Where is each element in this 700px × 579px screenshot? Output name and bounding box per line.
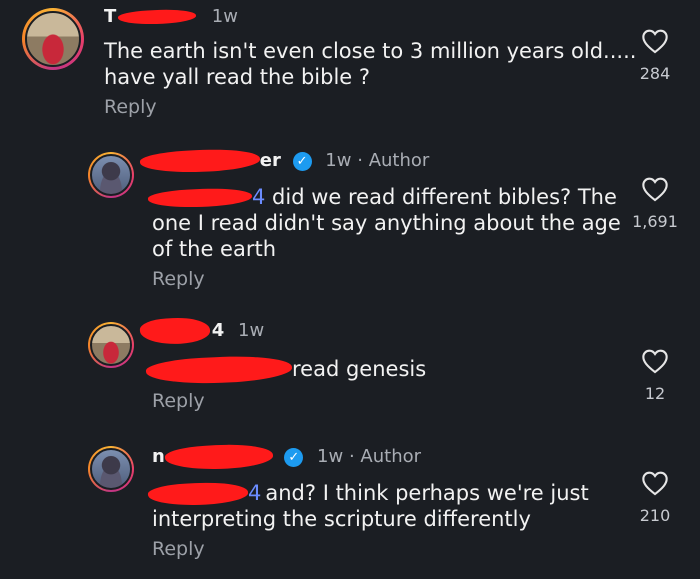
comment-header: n ✓ 1w · Author — [140, 442, 422, 472]
username[interactable]: n — [152, 446, 165, 467]
verified-badge-icon: ✓ — [292, 151, 312, 171]
reply-button[interactable]: Reply — [152, 390, 205, 412]
redaction-mark — [117, 7, 197, 27]
like-count: 1,691 — [632, 212, 678, 231]
comment-text: 4 did we read different bibles? The one … — [147, 184, 621, 262]
redaction-mark — [145, 353, 293, 387]
heart-icon[interactable] — [641, 470, 669, 496]
avatar[interactable] — [88, 446, 134, 492]
comment-text-line: one I read didn't say anything about the… — [152, 211, 621, 235]
username[interactable]: T — [104, 6, 116, 27]
redaction-mark — [139, 146, 261, 176]
car-avatar-icon — [90, 324, 132, 366]
comment-text: 4 and? I think perhaps we're just interpr… — [147, 480, 589, 532]
comment-text-fragment: and? I think perhaps we're just — [265, 481, 589, 505]
heart-icon[interactable] — [641, 348, 669, 374]
separator: · — [357, 150, 363, 171]
like-control: 210 — [625, 470, 685, 525]
like-control: 284 — [625, 28, 685, 83]
like-count: 12 — [644, 384, 666, 403]
comment-text-fragment: read genesis — [292, 357, 427, 381]
comment-text: The earth isn't even close to 3 million … — [104, 38, 636, 90]
person-avatar-icon — [90, 448, 132, 490]
redaction-mark — [147, 480, 249, 508]
verified-badge-icon: ✓ — [284, 447, 304, 467]
separator: · — [348, 446, 355, 467]
avatar[interactable] — [88, 152, 134, 198]
comment-text-line: 4 did we read different bibles? The — [147, 184, 621, 210]
avatar[interactable] — [88, 322, 134, 368]
comment-text-fragment: did we read different bibles? The — [265, 185, 617, 209]
comment-text-line: interpreting the scripture differently — [152, 507, 531, 531]
redaction-mark — [147, 186, 253, 210]
redaction-mark — [164, 442, 274, 472]
username[interactable]: 4 — [212, 320, 225, 341]
avatar[interactable] — [22, 8, 84, 70]
author-label: Author — [368, 150, 430, 171]
like-count: 284 — [639, 64, 671, 83]
mention-link[interactable]: 4 — [248, 481, 261, 505]
comment-text-line: of the earth — [152, 237, 277, 261]
reply-button[interactable]: Reply — [152, 268, 205, 290]
username[interactable]: er — [260, 150, 281, 171]
heart-icon[interactable] — [641, 28, 669, 54]
comment-header: 4 1w — [139, 316, 265, 346]
comment-text-line: have yall read the bible ? — [104, 65, 371, 89]
redaction-mark — [139, 316, 211, 346]
like-control: 12 — [625, 348, 685, 403]
car-avatar-icon — [25, 11, 81, 67]
mention-link[interactable]: 4 — [252, 185, 265, 209]
comment-text-line: read genesis — [145, 353, 427, 387]
comment-text: read genesis — [145, 353, 427, 387]
like-count: 210 — [639, 506, 671, 525]
like-control: 1,691 — [625, 176, 685, 231]
heart-icon[interactable] — [641, 176, 669, 202]
timestamp: 1w — [317, 446, 344, 467]
comment-text-line: 4 and? I think perhaps we're just — [147, 480, 589, 508]
comment-text-line: The earth isn't even close to 3 million … — [104, 39, 637, 63]
comment-thread: T 1w The earth isn't even close to 3 mil… — [0, 0, 700, 579]
timestamp: 1w — [325, 150, 352, 171]
comment-header: er ✓ 1w · Author — [139, 146, 430, 176]
author-label: Author — [360, 446, 422, 467]
comment-header: T 1w — [104, 6, 238, 27]
timestamp: 1w — [238, 320, 265, 341]
reply-button[interactable]: Reply — [152, 538, 205, 560]
person-avatar-icon — [90, 154, 132, 196]
reply-button[interactable]: Reply — [104, 96, 157, 118]
timestamp: 1w — [211, 6, 238, 27]
